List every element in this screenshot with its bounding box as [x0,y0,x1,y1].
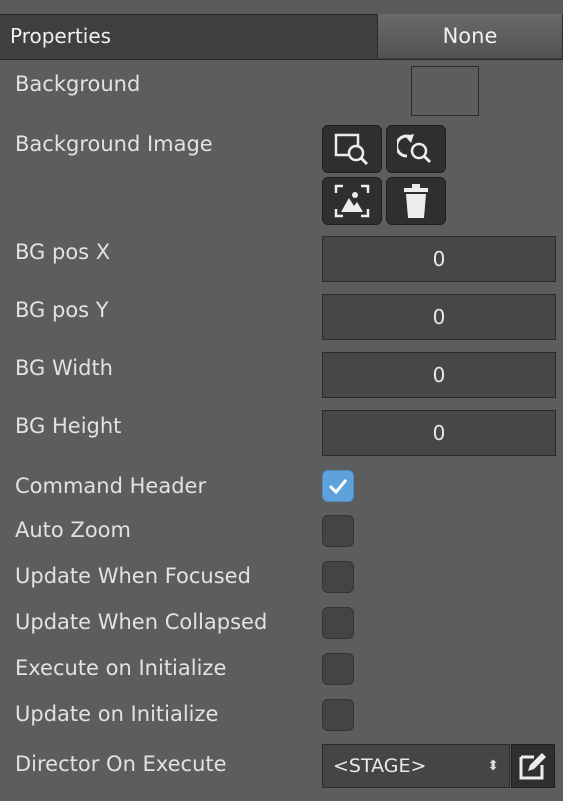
refresh-search-icon [397,134,432,164]
bg-width-label: BG Width [15,356,113,380]
update-when-focused-label: Update When Focused [15,564,251,588]
update-on-initialize-checkbox[interactable] [322,699,354,731]
panel-title: Properties [10,24,112,48]
browse-image-button[interactable] [322,125,382,173]
updown-arrows-icon: ⬍ [487,758,499,774]
properties-header: Properties None [0,0,563,60]
delete-image-button[interactable] [386,177,446,225]
auto-zoom-checkbox[interactable] [322,515,354,547]
execute-on-initialize-label: Execute on Initialize [15,656,227,680]
edit-icon [519,753,546,780]
bg-height-input[interactable]: 0 [322,410,556,456]
execute-on-initialize-checkbox[interactable] [322,653,354,685]
view-image-button[interactable] [322,177,382,225]
director-select[interactable]: <STAGE> ⬍ [322,744,510,788]
bg-height-label: BG Height [15,414,122,438]
auto-zoom-label: Auto Zoom [15,518,131,542]
update-when-focused-checkbox[interactable] [322,561,354,593]
bg-pos-x-input[interactable]: 0 [322,236,556,282]
image-view-icon [334,184,370,218]
background-image-label: Background Image [15,132,213,156]
edit-director-button[interactable] [511,744,555,788]
image-search-icon [334,133,369,166]
update-on-initialize-label: Update on Initialize [15,702,219,726]
update-when-collapsed-checkbox[interactable] [322,607,354,639]
bg-pos-y-label: BG pos Y [15,298,109,322]
background-label: Background [15,72,141,96]
background-color-swatch[interactable] [411,66,479,116]
bg-pos-x-label: BG pos X [15,240,111,264]
director-select-value: <STAGE> [333,755,427,777]
update-when-collapsed-label: Update When Collapsed [15,610,268,634]
none-button[interactable]: None [377,14,563,58]
trash-icon [404,184,428,218]
checkmark-icon [328,479,348,495]
command-header-label: Command Header [15,474,207,498]
refresh-search-button[interactable] [386,125,446,173]
bg-pos-y-input[interactable]: 0 [322,294,556,340]
director-on-execute-label: Director On Execute [15,752,227,776]
bg-width-input[interactable]: 0 [322,352,556,398]
command-header-checkbox[interactable] [322,470,354,502]
